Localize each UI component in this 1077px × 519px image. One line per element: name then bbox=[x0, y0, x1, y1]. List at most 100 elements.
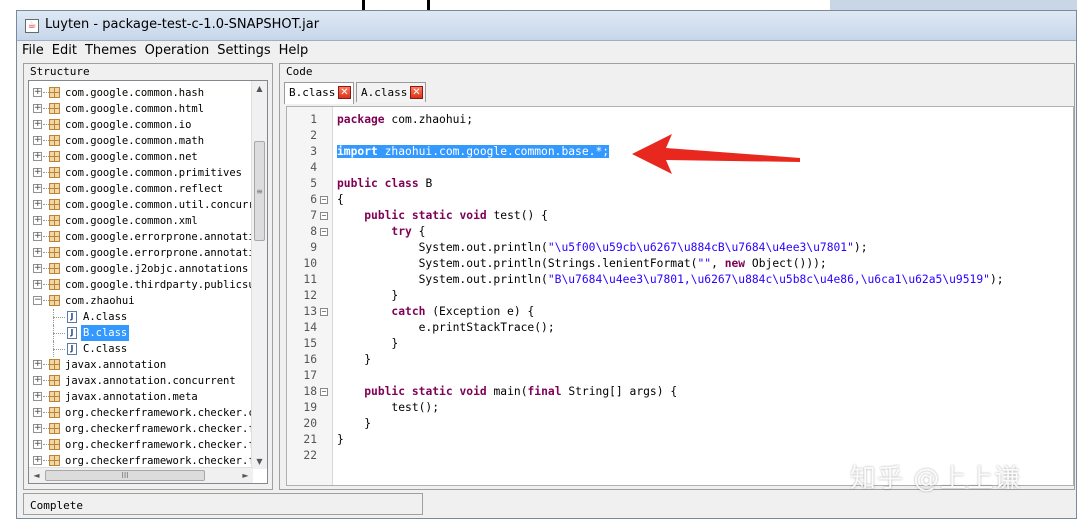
code-line[interactable]: 21} bbox=[287, 432, 1073, 448]
tree-package-item[interactable]: + com.google.common.io bbox=[29, 117, 253, 133]
code-line[interactable]: 19 test(); bbox=[287, 400, 1073, 416]
fold-toggle-icon[interactable]: − bbox=[320, 212, 328, 220]
close-icon[interactable]: ✕ bbox=[338, 86, 351, 99]
title-bar[interactable]: ☕ Luyten - package-test-c-1.0-SNAPSHOT.j… bbox=[17, 11, 1076, 41]
scroll-right-icon[interactable]: ► bbox=[238, 468, 253, 483]
tree-package-item[interactable]: + javax.annotation.meta bbox=[29, 389, 253, 405]
tree-class-item[interactable]: J B.class bbox=[29, 325, 253, 341]
expand-icon[interactable]: + bbox=[33, 424, 42, 433]
status-box: Complete bbox=[23, 493, 423, 515]
tree-item-label: javax.annotation bbox=[65, 359, 167, 371]
menu-settings[interactable]: Settings bbox=[212, 41, 273, 61]
expand-icon[interactable]: + bbox=[33, 248, 42, 257]
tree-class-item[interactable]: J C.class bbox=[29, 341, 253, 357]
scroll-thumb-horizontal[interactable]: III bbox=[45, 470, 205, 481]
menu-operation[interactable]: Operation bbox=[140, 41, 213, 61]
code-text: test(); bbox=[337, 401, 440, 414]
expand-icon[interactable]: + bbox=[33, 216, 42, 225]
code-line[interactable]: 6− { bbox=[287, 192, 1073, 208]
line-number: 9 bbox=[310, 241, 317, 254]
tree-package-item[interactable]: + com.google.common.html bbox=[29, 101, 253, 117]
menu-themes[interactable]: Themes bbox=[80, 41, 140, 61]
tree-package-item[interactable]: + com.google.common.hash bbox=[29, 85, 253, 101]
tree-item-label: com.google.common.primitives bbox=[65, 167, 243, 179]
scroll-up-icon[interactable]: ▲ bbox=[252, 81, 267, 96]
code-line[interactable]: 15 } bbox=[287, 336, 1073, 352]
code-line[interactable]: 10 System.out.println(Strings.lenientFor… bbox=[287, 256, 1073, 272]
code-line[interactable]: 18− public static void main(final String… bbox=[287, 384, 1073, 400]
code-line[interactable]: 9 System.out.println("\u5f00\u59cb\u6267… bbox=[287, 240, 1073, 256]
tab-b-class[interactable]: B.class ✕ bbox=[284, 82, 354, 104]
menu-edit[interactable]: Edit bbox=[47, 41, 80, 61]
fold-toggle-icon[interactable]: − bbox=[320, 228, 328, 236]
tree-package-item[interactable]: + com.google.common.reflect bbox=[29, 181, 253, 197]
expand-icon[interactable]: + bbox=[33, 456, 42, 465]
expand-icon[interactable]: + bbox=[33, 264, 42, 273]
tree-package-item[interactable]: + org.checkerframework.checker.c bbox=[29, 405, 253, 421]
code-line[interactable]: 8− try { bbox=[287, 224, 1073, 240]
code-line[interactable]: 20 } bbox=[287, 416, 1073, 432]
tree-package-item[interactable]: + com.google.errorprone.annotati bbox=[29, 229, 253, 245]
tree-package-item[interactable]: + com.google.common.primitives bbox=[29, 165, 253, 181]
expand-icon[interactable]: + bbox=[33, 152, 42, 161]
package-icon bbox=[49, 119, 60, 130]
code-line[interactable]: 7− public static void test() { bbox=[287, 208, 1073, 224]
menu-file[interactable]: File bbox=[17, 41, 47, 61]
expand-icon[interactable]: + bbox=[33, 360, 42, 369]
tree-package-item[interactable]: + com.google.common.xml bbox=[29, 213, 253, 229]
expand-icon[interactable]: + bbox=[33, 184, 42, 193]
code-line[interactable]: 17 bbox=[287, 368, 1073, 384]
package-icon bbox=[49, 247, 60, 258]
expand-icon[interactable]: + bbox=[33, 408, 42, 417]
package-icon bbox=[49, 167, 60, 178]
window-title: Luyten - package-test-c-1.0-SNAPSHOT.jar bbox=[45, 17, 320, 32]
fold-toggle-icon[interactable]: − bbox=[320, 308, 328, 316]
tree-package-item[interactable]: + org.checkerframework.checker.f bbox=[29, 421, 253, 437]
code-line[interactable]: 5 public class B bbox=[287, 176, 1073, 192]
code-line[interactable]: 12 } bbox=[287, 288, 1073, 304]
expand-icon[interactable]: + bbox=[33, 136, 42, 145]
scroll-thumb-vertical[interactable]: ≡ bbox=[254, 141, 265, 241]
tree-package-item[interactable]: + javax.annotation.concurrent bbox=[29, 373, 253, 389]
tree-item-label: C.class bbox=[83, 343, 128, 355]
tree-package-item[interactable]: + com.google.errorprone.annotati bbox=[29, 245, 253, 261]
expand-icon[interactable]: + bbox=[33, 440, 42, 449]
tree-package-item[interactable]: + com.google.common.util.concurr bbox=[29, 197, 253, 213]
scroll-left-icon[interactable]: ◄ bbox=[29, 468, 44, 483]
fold-toggle-icon[interactable]: − bbox=[320, 388, 328, 396]
expand-icon[interactable]: + bbox=[33, 120, 42, 129]
code-line[interactable]: 16 } bbox=[287, 352, 1073, 368]
code-line[interactable]: 11 System.out.println("B\u7684\u4ee3\u78… bbox=[287, 272, 1073, 288]
close-icon[interactable]: ✕ bbox=[410, 86, 423, 99]
scroll-down-icon[interactable]: ▼ bbox=[252, 454, 267, 469]
tree-horizontal-scrollbar[interactable]: ◄ III ► bbox=[29, 467, 253, 483]
expand-icon[interactable]: + bbox=[33, 280, 42, 289]
tree-package-item[interactable]: + com.google.common.net bbox=[29, 149, 253, 165]
tree-package-item[interactable]: + javax.annotation bbox=[29, 357, 253, 373]
fold-toggle-icon[interactable]: − bbox=[320, 196, 328, 204]
tree-package-item[interactable]: + com.google.j2objc.annotations bbox=[29, 261, 253, 277]
expand-icon[interactable]: + bbox=[33, 88, 42, 97]
expand-icon[interactable]: + bbox=[33, 392, 42, 401]
expand-icon[interactable]: + bbox=[33, 376, 42, 385]
java-class-icon: J bbox=[67, 311, 77, 323]
package-icon bbox=[49, 151, 60, 162]
tree-class-item[interactable]: J A.class bbox=[29, 309, 253, 325]
code-line[interactable]: 13− catch (Exception e) { bbox=[287, 304, 1073, 320]
tree-package-item[interactable]: + com.google.common.math bbox=[29, 133, 253, 149]
tree-package-item[interactable]: + com.google.thirdparty.publicsu bbox=[29, 277, 253, 293]
tree-vertical-scrollbar[interactable]: ▲ ≡ ▼ bbox=[251, 81, 267, 469]
expand-icon[interactable]: + bbox=[33, 200, 42, 209]
menu-help[interactable]: Help bbox=[274, 41, 312, 61]
collapse-icon[interactable]: − bbox=[33, 296, 42, 305]
package-icon bbox=[49, 439, 60, 450]
code-line[interactable]: 1 package com.zhaohui; bbox=[287, 112, 1073, 128]
code-line[interactable]: 14 e.printStackTrace(); bbox=[287, 320, 1073, 336]
tree-package-item[interactable]: + org.checkerframework.checker.f bbox=[29, 437, 253, 453]
expand-icon[interactable]: + bbox=[33, 168, 42, 177]
tab-a-class[interactable]: A.class ✕ bbox=[356, 82, 426, 102]
tree-package-item[interactable]: − com.zhaohui bbox=[29, 293, 253, 309]
expand-icon[interactable]: + bbox=[33, 232, 42, 241]
expand-icon[interactable]: + bbox=[33, 104, 42, 113]
tree-item-label: org.checkerframework.checker.f bbox=[65, 423, 253, 435]
